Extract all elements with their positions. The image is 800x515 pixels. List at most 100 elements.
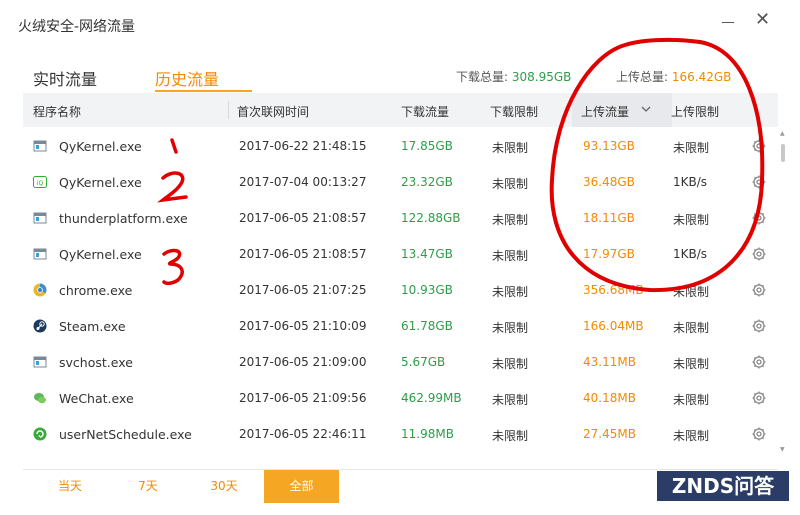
scroll-thumb[interactable]: [781, 144, 785, 162]
download-amount: 10.93GB: [401, 283, 453, 297]
download-amount: 17.85GB: [401, 139, 453, 153]
col-first-time[interactable]: 首次联网时间: [237, 103, 309, 120]
download-amount: 13.47GB: [401, 247, 453, 261]
filter-all-button[interactable]: 全部: [264, 470, 339, 503]
col-download[interactable]: 下载流量: [401, 103, 449, 120]
first-connect-time: 2017-06-05 21:08:57: [239, 247, 367, 261]
minimize-button[interactable]: [722, 22, 734, 23]
col-upload-limit[interactable]: 上传限制: [671, 103, 719, 120]
gear-icon[interactable]: [751, 138, 767, 154]
app-window-icon: [33, 247, 47, 261]
download-limit: 未限制: [492, 249, 529, 263]
program-name: svchost.exe: [59, 355, 133, 370]
scroll-down-icon[interactable]: ▼: [780, 446, 785, 453]
first-connect-time: 2017-06-05 21:08:57: [239, 211, 367, 225]
filter-today-button[interactable]: 当天: [38, 470, 102, 503]
program-name: QyKernel.exe: [59, 139, 142, 154]
col-download-limit[interactable]: 下载限制: [490, 103, 538, 120]
table-row[interactable]: userNetSchedule.exe 2017-06-05 22:46:11 11…: [23, 416, 768, 452]
filter-7-days-button[interactable]: 7天: [116, 470, 180, 503]
first-connect-time: 2017-06-05 21:09:00: [239, 355, 367, 369]
gear-icon[interactable]: [751, 318, 767, 334]
download-total: 下载总量: 308.95GB: [456, 68, 571, 85]
gear-icon[interactable]: [751, 390, 767, 406]
close-button[interactable]: ✕: [755, 10, 770, 30]
program-name: userNetSchedule.exe: [59, 427, 192, 442]
download-amount: 11.98MB: [401, 427, 454, 441]
wechat-icon: [33, 391, 47, 405]
gear-icon[interactable]: [751, 354, 767, 370]
upload-limit: 1KB/s: [673, 175, 708, 189]
upload-limit: 未限制: [673, 357, 710, 371]
scroll-up-icon[interactable]: ▲: [780, 130, 785, 137]
program-name: QyKernel.exe: [59, 175, 142, 190]
download-limit: 未限制: [492, 177, 529, 191]
first-connect-time: 2017-06-05 21:10:09: [239, 319, 367, 333]
active-tab-indicator: [155, 90, 252, 92]
gear-icon[interactable]: [751, 282, 767, 298]
upload-amount: 93.13GB: [583, 139, 635, 153]
upload-amount: 18.11GB: [583, 211, 635, 225]
upload-amount: 356.68MB: [583, 283, 644, 297]
upload-limit: 未限制: [673, 321, 710, 335]
download-amount: 61.78GB: [401, 319, 453, 333]
tab-history-traffic[interactable]: 历史流量: [155, 66, 219, 90]
download-limit: 未限制: [492, 357, 529, 371]
table-row[interactable]: iQ QyKernel.exe 2017-07-04 00:13:27 23.32GB…: [23, 164, 768, 200]
col-program-name[interactable]: 程序名称: [33, 103, 81, 120]
chrome-icon: [33, 283, 47, 297]
program-name: thunderplatform.exe: [59, 211, 188, 226]
upload-amount: 166.04MB: [583, 319, 644, 333]
table-row[interactable]: QyKernel.exe 2017-06-22 21:48:15 17.85GB 未限…: [23, 128, 768, 164]
download-amount: 122.88GB: [401, 211, 461, 225]
col-upload[interactable]: 上传流量: [581, 103, 629, 120]
upload-total-value: 166.42GB: [671, 70, 732, 84]
app-window-icon: [33, 211, 47, 225]
gear-icon[interactable]: [751, 210, 767, 226]
download-total-value: 308.95GB: [511, 70, 572, 84]
scrollbar[interactable]: ▲ ▼: [780, 128, 786, 458]
upload-amount: 43.11MB: [583, 355, 636, 369]
download-amount: 23.32GB: [401, 175, 453, 189]
iqiyi-icon: iQ: [33, 175, 47, 189]
download-amount: 462.99MB: [401, 391, 462, 405]
filter-30-days-button[interactable]: 30天: [192, 470, 256, 503]
table-row[interactable]: WeChat.exe 2017-06-05 21:09:56 462.99MB 未限制…: [23, 380, 768, 416]
upload-amount: 27.45MB: [583, 427, 636, 441]
refresh-app-icon: [33, 427, 47, 441]
upload-amount: 40.18MB: [583, 391, 636, 405]
program-name: Steam.exe: [59, 319, 126, 334]
steam-icon: [33, 319, 47, 333]
upload-limit: 未限制: [673, 429, 710, 443]
tab-realtime-traffic[interactable]: 实时流量: [33, 66, 97, 90]
table-header: 程序名称 首次联网时间 下载流量 下载限制 上传流量 上传限制: [23, 93, 778, 127]
program-name: WeChat.exe: [59, 391, 134, 406]
download-limit: 未限制: [492, 393, 529, 407]
table-row[interactable]: thunderplatform.exe 2017-06-05 21:08:57 12…: [23, 200, 768, 236]
upload-limit: 未限制: [673, 393, 710, 407]
download-limit: 未限制: [492, 213, 529, 227]
table-row[interactable]: QyKernel.exe 2017-06-05 21:08:57 13.47GB 未限…: [23, 236, 768, 272]
download-limit: 未限制: [492, 429, 529, 443]
upload-limit: 1KB/s: [673, 247, 708, 261]
title-bar: 火绒安全-网络流量 ✕: [0, 0, 800, 50]
upload-limit: 未限制: [673, 213, 710, 227]
svg-text:iQ: iQ: [37, 180, 44, 187]
upload-amount: 36.48GB: [583, 175, 635, 189]
gear-icon[interactable]: [751, 246, 767, 262]
traffic-table: QyKernel.exe 2017-06-22 21:48:15 17.85GB 未限…: [23, 128, 768, 452]
download-total-label: 下载总量:: [456, 70, 509, 84]
table-row[interactable]: svchost.exe 2017-06-05 21:09:00 5.67GB 未限制 4…: [23, 344, 768, 380]
window-title: 火绒安全-网络流量: [18, 19, 136, 35]
sort-descending-icon[interactable]: [641, 106, 651, 113]
upload-limit: 未限制: [673, 285, 710, 299]
table-row[interactable]: Steam.exe 2017-06-05 21:10:09 61.78GB 未限制 16…: [23, 308, 768, 344]
gear-icon[interactable]: [751, 174, 767, 190]
tab-bar: 实时流量 历史流量 下载总量: 308.95GB 上传总量: 166.42GB: [0, 60, 800, 96]
column-divider: [228, 101, 229, 119]
first-connect-time: 2017-06-05 21:09:56: [239, 391, 367, 405]
download-amount: 5.67GB: [401, 355, 446, 369]
gear-icon[interactable]: [751, 426, 767, 442]
app-window-icon: [33, 355, 47, 369]
table-row[interactable]: chrome.exe 2017-06-05 21:07:25 10.93GB 未限制 3…: [23, 272, 768, 308]
